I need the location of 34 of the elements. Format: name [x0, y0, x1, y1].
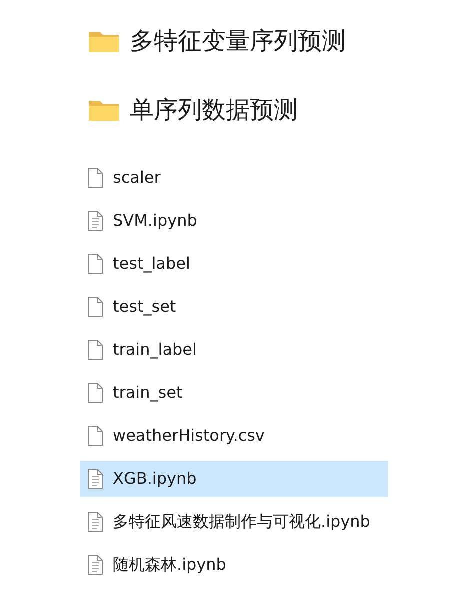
file-row[interactable]: train_label [80, 332, 388, 368]
file-name: 随机森林.ipynb [113, 554, 226, 576]
folder-icon [88, 29, 120, 53]
text-file-icon [88, 512, 103, 532]
file-row[interactable]: 随机森林.ipynb [80, 547, 388, 583]
text-file-icon [88, 555, 103, 575]
file-row[interactable]: test_set [80, 289, 388, 325]
file-name: 多特征风速数据制作与可视化.ipynb [113, 511, 370, 533]
folder-name[interactable]: 多特征变量序列预测 [130, 23, 346, 59]
text-file-icon [88, 469, 103, 489]
file-row[interactable]: SVM.ipynb [80, 203, 388, 239]
file-name: scaler [113, 167, 161, 189]
file-icon [88, 383, 103, 403]
file-name: test_set [113, 296, 176, 318]
file-name: SVM.ipynb [113, 210, 198, 232]
file-row[interactable]: test_label [80, 246, 388, 282]
selected-file-row[interactable]: XGB.ipynb [80, 461, 388, 497]
file-icon [88, 254, 103, 274]
file-name: weatherHistory.csv [113, 425, 265, 447]
file-row[interactable]: weatherHistory.csv [80, 418, 388, 454]
file-name: train_set [113, 382, 183, 404]
text-file-icon [88, 211, 103, 231]
folder-icon [88, 98, 120, 122]
file-icon [88, 297, 103, 317]
file-row[interactable]: train_set [80, 375, 388, 411]
file-icon [88, 426, 103, 446]
folder-name[interactable]: 单序列数据预测 [130, 92, 298, 128]
file-row[interactable]: scaler [80, 160, 388, 196]
file-name: XGB.ipynb [113, 468, 197, 490]
file-icon [88, 340, 103, 360]
file-name: test_label [113, 253, 190, 275]
file-row[interactable]: 多特征风速数据制作与可视化.ipynb [80, 504, 388, 540]
file-name: train_label [113, 339, 197, 361]
file-icon [88, 168, 103, 188]
